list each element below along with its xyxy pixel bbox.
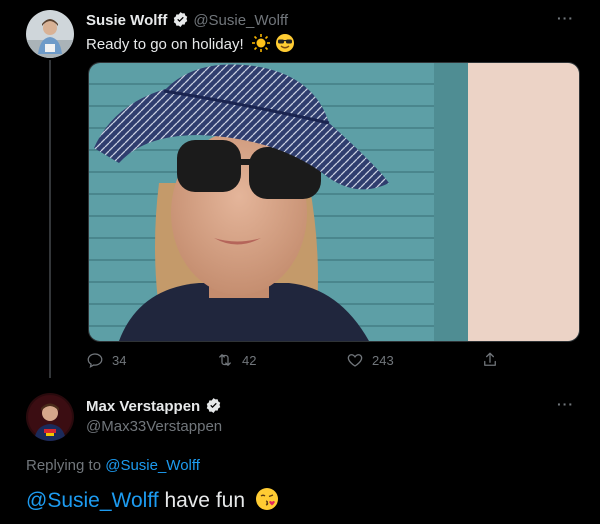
- retweet-action[interactable]: 42: [216, 351, 256, 369]
- sunglasses-emoji-icon: [275, 34, 294, 52]
- replying-to-label: Replying to: [26, 457, 102, 474]
- user-handle[interactable]: @Max33Verstappen: [86, 418, 222, 435]
- max-verstappen-avatar[interactable]: [26, 393, 74, 441]
- replying-to-line: Replying to @Susie_Wolff: [26, 457, 200, 474]
- kissing-face-emoji-icon: [255, 488, 278, 510]
- display-name[interactable]: Susie Wolff: [86, 12, 167, 29]
- user-handle[interactable]: @Susie_Wolff: [193, 12, 288, 29]
- mention-link[interactable]: @Susie_Wolff: [26, 489, 159, 512]
- replying-to-handle-link[interactable]: @Susie_Wolff: [105, 457, 200, 474]
- reply-count: 34: [112, 352, 127, 368]
- photo-woman-sunhat: [89, 63, 579, 341]
- retweet-icon: [219, 354, 231, 366]
- display-name[interactable]: Max Verstappen: [86, 398, 200, 415]
- tweet1-text-row: Ready to go on holiday!: [86, 33, 295, 53]
- retweet-count: 42: [242, 352, 257, 368]
- susie-wolff-avatar[interactable]: [26, 10, 74, 58]
- reply-tweet-text: @Susie_Wolff have fun: [26, 487, 279, 513]
- share-action[interactable]: [481, 351, 499, 369]
- thread-connector-line: [49, 60, 51, 378]
- reply-action[interactable]: 34: [86, 351, 126, 369]
- more-options-icon[interactable]: ···: [557, 10, 574, 26]
- share-icon: [484, 352, 496, 366]
- reply-text-body: have fun: [158, 489, 246, 512]
- like-count: 243: [372, 352, 394, 368]
- heart-icon: [347, 354, 363, 367]
- tweet2-header-name: Max Verstappen: [86, 397, 222, 416]
- reply-icon: [87, 353, 103, 369]
- tweet-photo[interactable]: [88, 62, 580, 342]
- verified-badge-icon: [173, 12, 188, 27]
- tweet1-header: Susie Wolff @Susie_Wolff: [86, 11, 288, 30]
- like-action[interactable]: 243: [346, 351, 394, 369]
- more-options-icon[interactable]: ···: [557, 396, 574, 412]
- tweet-text: Ready to go on holiday!: [86, 36, 244, 53]
- sun-emoji-icon: [251, 34, 270, 52]
- verified-badge-icon: [206, 398, 220, 413]
